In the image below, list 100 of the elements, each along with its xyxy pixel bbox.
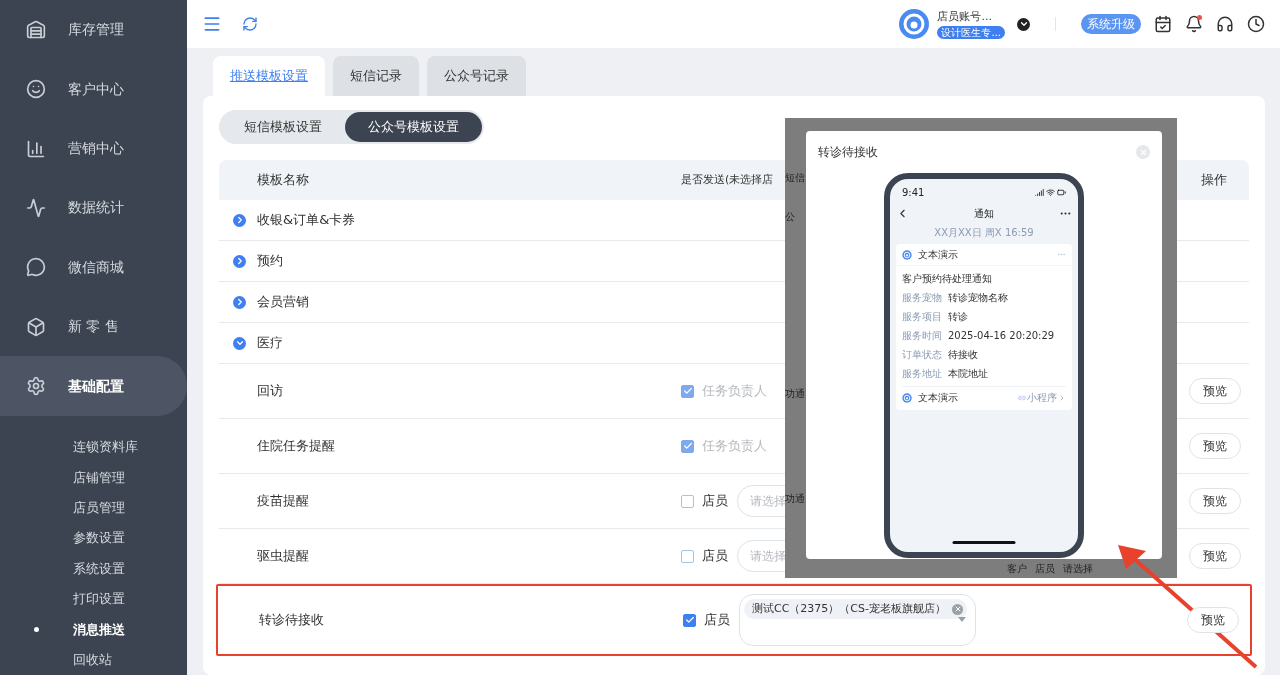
caret-icon — [958, 617, 966, 622]
warehouse-icon — [26, 19, 46, 40]
check-icon — [682, 386, 693, 396]
nav-title: 通知 — [974, 207, 994, 221]
group-name: 预约 — [257, 252, 283, 271]
sidebar-item[interactable]: 微信商城 — [0, 237, 187, 298]
calendar-icon[interactable] — [1154, 15, 1172, 33]
preview-button[interactable]: 预览 — [1189, 488, 1241, 514]
template-name: 回访 — [257, 382, 284, 401]
field-label: 服务宠物 — [902, 291, 942, 305]
field-label: 服务时间 — [902, 329, 942, 343]
sender-logo-icon — [902, 392, 912, 403]
close-icon[interactable] — [952, 603, 963, 615]
submenu-item[interactable]: 消息推送 — [0, 614, 187, 645]
checkbox[interactable] — [683, 613, 696, 627]
recipient-label: 店员 — [702, 492, 728, 511]
backdrop-text: 短信 — [785, 171, 805, 185]
link-icon — [1018, 393, 1026, 402]
backdrop-text: 客户 — [1007, 562, 1027, 576]
recipient-label: 店员 — [704, 611, 730, 630]
submenu-item[interactable]: 回收站 — [0, 644, 187, 675]
recipient-label: 任务负责人 — [702, 437, 767, 456]
expand-toggle[interactable] — [233, 213, 246, 227]
field-value: 待接收 — [948, 348, 978, 362]
column-header: 模板名称 — [257, 171, 310, 190]
expand-toggle[interactable] — [233, 336, 246, 350]
account-name: 店员账号... — [937, 8, 993, 25]
check-icon — [682, 441, 693, 451]
chevron-icon — [234, 338, 245, 348]
tab[interactable]: 推送模板设置 — [213, 56, 325, 96]
backdrop-text: 功通 — [785, 387, 805, 401]
status-icons — [1035, 188, 1066, 197]
face-icon — [26, 79, 46, 100]
submenu-item[interactable]: 打印设置 — [0, 583, 187, 615]
group-name: 医疗 — [257, 334, 283, 353]
box-icon — [26, 316, 46, 337]
tab[interactable]: 公众号记录 — [427, 56, 526, 96]
backdrop-text: 店员 — [1035, 562, 1055, 576]
expand-toggle[interactable] — [233, 254, 246, 268]
tag-label: 测试CC（2375）（CS-宠老板旗舰店） — [752, 600, 946, 617]
template-name: 疫苗提醒 — [257, 492, 310, 511]
template-name: 住院任务提醒 — [257, 437, 336, 456]
headset-icon[interactable] — [1216, 15, 1234, 33]
field-value: 2025-04-16 20:20:29 — [948, 329, 1055, 343]
chat-icon — [26, 257, 46, 278]
backdrop-text: 请选择 — [1063, 562, 1093, 576]
checkbox[interactable] — [681, 549, 694, 563]
message-date: XX月XX日 周X 16:59 — [934, 226, 1034, 240]
field-value: 本院地址 — [948, 367, 988, 381]
field-value: 转诊宠物名称 — [948, 291, 1008, 305]
submenu-item[interactable]: 连锁资料库 — [0, 431, 187, 463]
status-time: 9:41 — [902, 186, 925, 200]
chevron-icon — [1058, 393, 1066, 402]
sender-name: 文本演示 — [918, 391, 958, 405]
backdrop-text: 功通 — [785, 492, 805, 506]
clock-icon[interactable] — [1247, 15, 1265, 33]
submenu-item[interactable]: 系统设置 — [0, 553, 187, 584]
sidebar-item[interactable]: 库存管理 — [0, 0, 187, 60]
dialog-title: 转诊待接收 — [818, 144, 878, 161]
preview-button[interactable]: 预览 — [1187, 607, 1239, 633]
submenu-item[interactable]: 店铺管理 — [0, 462, 187, 493]
field-value: 转诊 — [948, 310, 968, 324]
multi-select-field[interactable]: 测试CC（2375）（CS-宠老板旗舰店） — [739, 594, 976, 646]
recipient-label: 店员 — [702, 547, 728, 566]
group-name: 会员营销 — [257, 293, 309, 312]
field-label: 服务地址 — [902, 367, 942, 381]
template-name: 驱虫提醒 — [257, 547, 310, 566]
sidebar-item[interactable]: 客户中心 — [0, 59, 187, 119]
tab[interactable]: 短信记录 — [333, 56, 419, 96]
sender-name: 文本演示 — [918, 248, 958, 262]
sidebar-item[interactable]: 数据统计 — [0, 178, 187, 238]
sidebar-item[interactable]: 新 零 售 — [0, 297, 187, 357]
preview-button[interactable]: 预览 — [1189, 543, 1241, 569]
avatar-logo-icon — [898, 8, 931, 40]
sidebar-item[interactable]: 营销中心 — [0, 118, 187, 179]
bar-chart-icon — [26, 138, 46, 159]
sidebar-item[interactable]: 基础配置 — [0, 356, 187, 416]
line-chart-icon — [26, 197, 46, 218]
segment-option[interactable]: 短信模板设置 — [221, 112, 345, 142]
message-title: 客户预约待处理通知 — [901, 272, 993, 286]
checkbox[interactable] — [681, 494, 694, 508]
role-badge: 设计医生专... — [937, 26, 1005, 40]
expand-toggle[interactable] — [233, 295, 246, 309]
submenu-item[interactable]: 参数设置 — [0, 523, 187, 554]
menu-icon[interactable] — [202, 14, 222, 34]
gear-icon — [26, 376, 46, 397]
field-label: 服务项目 — [902, 310, 942, 324]
submenu-item[interactable]: 店员管理 — [0, 492, 187, 523]
backdrop-text: 公 — [785, 210, 795, 224]
column-header: 操作 — [1201, 171, 1227, 190]
bell-icon[interactable] — [1185, 15, 1203, 33]
refresh-icon[interactable] — [242, 16, 258, 32]
home-indicator — [952, 541, 1016, 544]
column-header: 是否发送(未选择店 — [681, 171, 774, 188]
recipient-label: 任务负责人 — [702, 382, 767, 401]
check-icon — [684, 615, 695, 625]
more-icon — [1057, 250, 1066, 259]
group-name: 收银&订单&卡券 — [257, 211, 356, 230]
segment-option[interactable]: 公众号模板设置 — [345, 112, 482, 142]
dropdown-icon[interactable] — [1017, 17, 1030, 31]
